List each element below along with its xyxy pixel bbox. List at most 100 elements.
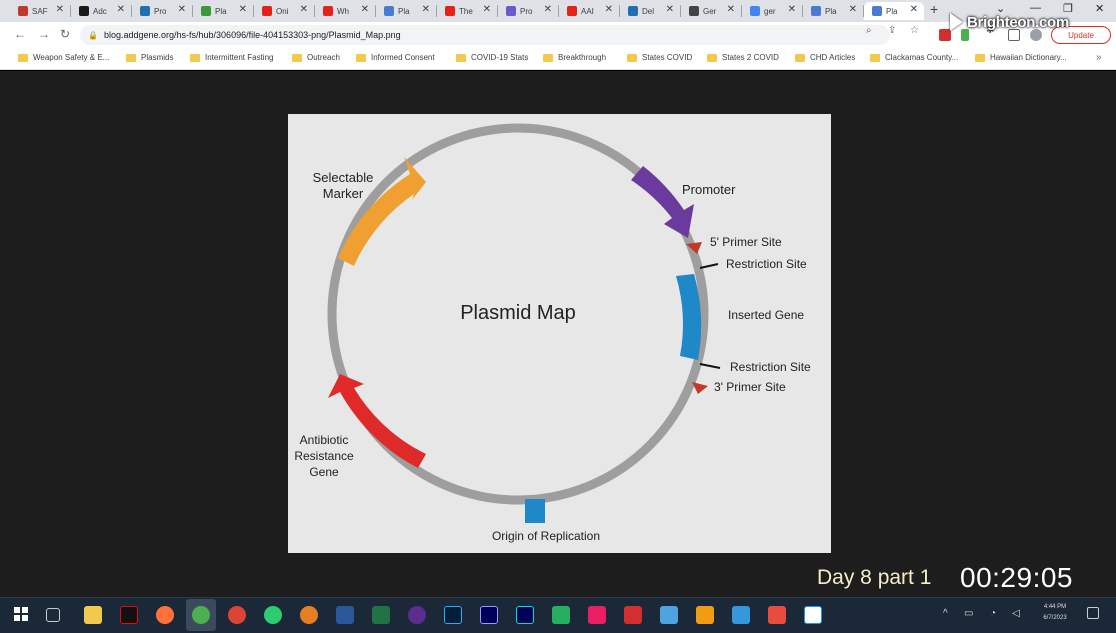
bookmark-item[interactable]: Informed Consent	[356, 53, 435, 62]
tab-favicon-icon	[140, 6, 150, 16]
browser-tab[interactable]: Oni ✕	[254, 2, 314, 20]
bookmark-item[interactable]: States COVID	[627, 53, 692, 62]
bookmark-item[interactable]: States 2 COVID	[707, 53, 779, 62]
browser-tab[interactable]: Adc ✕	[71, 2, 131, 20]
app-red-icon[interactable]	[768, 606, 786, 624]
app-lightblue-icon[interactable]	[732, 606, 750, 624]
volume-icon[interactable]: ◁	[1012, 608, 1020, 619]
browser-tab[interactable]: Pro ✕	[132, 2, 192, 20]
browser-tab[interactable]: ger ✕	[742, 2, 802, 20]
close-window-button[interactable]: ✕	[1095, 2, 1104, 15]
app-yellow-icon[interactable]	[696, 606, 714, 624]
caption-day: Day 8 part 1	[817, 566, 932, 589]
tab-close-icon[interactable]: ✕	[605, 4, 613, 15]
battery-icon[interactable]: ▭	[964, 608, 973, 619]
new-tab-button[interactable]: +	[930, 1, 938, 17]
tab-close-icon[interactable]: ✕	[300, 4, 308, 15]
tab-close-icon[interactable]: ✕	[56, 4, 64, 15]
bookmark-star-icon[interactable]: ☆	[910, 25, 919, 36]
tab-close-icon[interactable]: ✕	[788, 4, 796, 15]
tab-close-icon[interactable]: ✕	[666, 4, 674, 15]
bookmark-item[interactable]: Intermittent Fasting	[190, 53, 273, 62]
photoshop-icon[interactable]	[444, 606, 462, 624]
app-pink-icon[interactable]	[588, 606, 606, 624]
forward-icon[interactable]: →	[38, 27, 50, 41]
tab-separator	[70, 5, 71, 17]
windows-start-icon[interactable]	[14, 607, 28, 621]
app-green-icon[interactable]	[264, 606, 282, 624]
tab-close-icon[interactable]: ✕	[422, 4, 430, 15]
tab-separator	[192, 5, 193, 17]
windows-taskbar: ^ ▭ ◔ ◁ 4:44 PM 6/7/2023	[0, 597, 1116, 633]
tab-close-icon[interactable]: ✕	[483, 4, 491, 15]
chrome-alt-icon[interactable]	[228, 606, 246, 624]
browser-tab[interactable]: SAF ✕	[10, 2, 70, 20]
tab-separator	[741, 5, 742, 17]
tab-title: Ger	[703, 6, 717, 16]
browser-tab[interactable]: Pla ✕	[376, 2, 436, 20]
premiere-icon[interactable]	[480, 606, 498, 624]
bookmark-item[interactable]: Outreach	[292, 53, 340, 62]
brand-text: Brighteon.com	[967, 13, 1069, 31]
browser-tab[interactable]: Pla ✕	[193, 2, 253, 20]
tab-close-icon[interactable]: ✕	[727, 4, 735, 15]
browser-tab[interactable]: Pro ✕	[498, 2, 558, 20]
file-explorer-icon[interactable]	[84, 606, 102, 624]
system-clock[interactable]: 4:44 PM 6/7/2023	[1030, 602, 1080, 624]
excel-icon[interactable]	[372, 606, 390, 624]
bookmark-item[interactable]: Weapon Safety & E...	[18, 53, 109, 62]
reload-icon[interactable]: ↻	[60, 27, 70, 41]
browser-tab[interactable]: Del ✕	[620, 2, 680, 20]
bookmarks-overflow-icon[interactable]: »	[1096, 52, 1102, 63]
acrobat-icon[interactable]	[624, 606, 642, 624]
folder-icon	[126, 53, 136, 62]
tab-close-icon[interactable]: ✕	[239, 4, 247, 15]
bookmark-item[interactable]: CHD Articles	[795, 53, 855, 62]
notifications-icon[interactable]	[1087, 607, 1099, 619]
app-teal-icon[interactable]	[552, 606, 570, 624]
zoom-icon[interactable]: ⌕	[866, 25, 872, 36]
bookmark-item[interactable]: COVID-19 Stats	[456, 53, 528, 62]
address-bar[interactable]: 🔒 blog.addgene.org/hs-fs/hub/306096/file…	[80, 25, 890, 45]
folder-icon	[190, 53, 200, 62]
tab-close-icon[interactable]: ✕	[178, 4, 186, 15]
app-purple-icon[interactable]	[408, 606, 426, 624]
tab-close-icon[interactable]: ✕	[849, 4, 857, 15]
browser-tab[interactable]: AAI ✕	[559, 2, 619, 20]
tab-close-icon[interactable]: ✕	[910, 4, 918, 15]
wifi-icon[interactable]: ◔	[990, 608, 996, 619]
browser-tab[interactable]: Ger ✕	[681, 2, 741, 20]
plasmid-map-title: Plasmid Map	[460, 302, 576, 324]
app-blue-icon[interactable]	[660, 606, 678, 624]
tray-chevron-icon[interactable]: ^	[943, 608, 948, 619]
task-view-icon[interactable]	[46, 608, 60, 622]
app-r-icon[interactable]	[804, 606, 822, 624]
browser-tab[interactable]: Pla ✕	[803, 2, 863, 20]
tab-title: The	[459, 6, 473, 16]
bookmark-item[interactable]: Clackamas County...	[870, 53, 958, 62]
audition-icon[interactable]	[516, 606, 534, 624]
browser-tab[interactable]: Wh ✕	[315, 2, 375, 20]
bookmark-item[interactable]: Hawaiian Dictionary...	[975, 53, 1067, 62]
back-icon[interactable]: ←	[14, 27, 26, 41]
browser-tab[interactable]: The ✕	[437, 2, 497, 20]
netflix-icon[interactable]	[120, 606, 138, 624]
share-icon[interactable]: ⇪	[888, 25, 896, 36]
chrome-icon[interactable]	[192, 606, 210, 624]
play-logo-icon	[950, 13, 963, 31]
tab-close-icon[interactable]: ✕	[361, 4, 369, 15]
tab-close-icon[interactable]: ✕	[544, 4, 552, 15]
bookmark-item[interactable]: Plasmids	[126, 53, 173, 62]
tab-favicon-icon	[872, 6, 882, 16]
label-3-primer-site: 3' Primer Site	[714, 380, 786, 394]
tab-close-icon[interactable]: ✕	[117, 4, 125, 15]
clock-time: 4:44 PM	[1043, 604, 1067, 610]
bookmark-item[interactable]: Breakthrough	[543, 53, 606, 62]
tab-separator	[131, 5, 132, 17]
firefox-icon[interactable]	[156, 606, 174, 624]
restriction-site-line-1	[699, 263, 719, 269]
browser-tab[interactable]: Pla ✕	[864, 2, 924, 20]
word-icon[interactable]	[336, 606, 354, 624]
label-origin-of-replication: Origin of Replication	[491, 529, 601, 543]
app-orange-icon[interactable]	[300, 606, 318, 624]
